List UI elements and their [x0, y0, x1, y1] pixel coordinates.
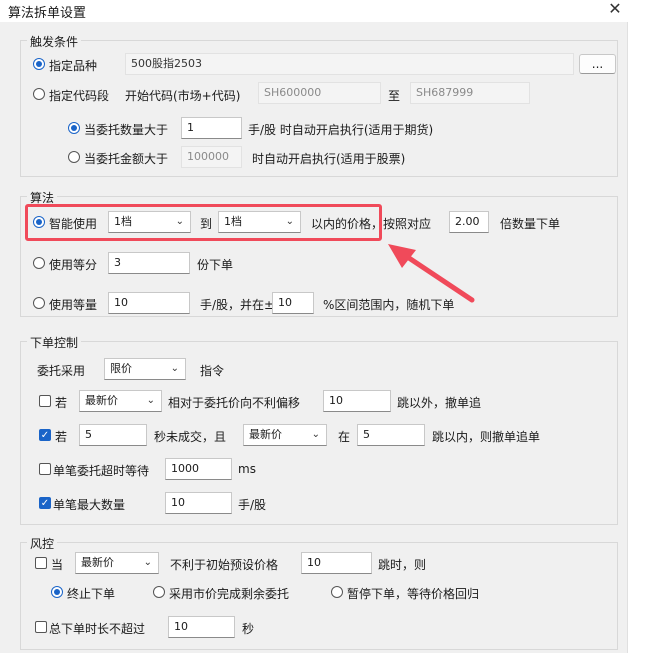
max-qty-checkbox[interactable]: ✓	[39, 497, 51, 509]
smart-radio[interactable]	[33, 216, 45, 228]
qty-trigger-radio[interactable]	[68, 122, 80, 134]
chevron-down-icon: ⌄	[311, 429, 320, 440]
if2-in: 在	[338, 430, 351, 444]
equal-parts-field[interactable]: 3	[108, 252, 190, 274]
smart-label[interactable]: 智能使用	[49, 215, 97, 232]
equal-qty-field[interactable]: 10	[108, 292, 190, 314]
risk-when-label[interactable]: 当	[51, 556, 63, 573]
if2-label[interactable]: 若	[55, 428, 67, 445]
variety-field[interactable]: 500股指2503	[125, 53, 574, 75]
smart-mult-suffix: 倍数量下单	[500, 217, 561, 231]
if2-suffix: 跳以内，则撤单追单	[432, 430, 541, 444]
if1-label[interactable]: 若	[55, 394, 67, 411]
specify-code-label[interactable]: 指定代码段	[49, 87, 109, 104]
max-qty-label[interactable]: 单笔最大数量	[53, 496, 125, 513]
order-control-group-label: 下单控制	[27, 334, 82, 351]
risk-group-label: 风控	[27, 535, 58, 552]
timeout-unit: ms	[238, 462, 256, 476]
smart-mult-field[interactable]: 2.00	[449, 211, 489, 233]
equal-parts-suffix: 份下单	[197, 258, 234, 272]
risk-stop-radio[interactable]	[51, 586, 63, 598]
risk-pause-label[interactable]: 暂停下单，等待价格回归	[347, 585, 479, 602]
chevron-down-icon: ⌄	[175, 216, 184, 227]
if1-field[interactable]: 10	[323, 390, 391, 412]
if2-field[interactable]: 5	[357, 424, 425, 446]
specify-variety-radio[interactable]	[33, 58, 45, 70]
browse-button[interactable]: ...	[579, 54, 616, 74]
if1-mid: 相对于委托价向不利偏移	[168, 396, 301, 410]
risk-market-label[interactable]: 采用市价完成剩余委托	[169, 585, 289, 602]
risk-price-select[interactable]: 最新价 ⌄	[75, 552, 159, 574]
equal-parts-radio[interactable]	[33, 257, 45, 269]
if1-suffix: 跳以外，撤单追	[397, 396, 482, 410]
if1-checkbox[interactable]	[39, 395, 51, 407]
if2-checkbox[interactable]: ✓	[39, 429, 51, 441]
risk-when-suffix: 跳时，则	[378, 558, 427, 572]
smart-to-select[interactable]: 1档 ⌄	[218, 211, 301, 233]
start-code-label: 开始代码(市场+代码)	[125, 89, 241, 103]
close-icon[interactable]: ✕	[605, 0, 625, 20]
amount-trigger-suffix: 时自动开启执行(适用于股票)	[252, 152, 406, 166]
equal-qty-suffix: %区间范围内，随机下单	[323, 298, 455, 312]
smart-to-label: 到	[200, 217, 213, 231]
order-type-value: 限价	[110, 362, 132, 375]
max-qty-unit: 手/股	[238, 498, 267, 512]
start-code-field[interactable]: SH600000	[258, 82, 381, 104]
if2-mid: 秒未成交，且	[154, 430, 227, 444]
amount-trigger-field[interactable]: 100000	[181, 146, 242, 168]
smart-to-value: 1档	[224, 215, 242, 228]
smart-from-value: 1档	[114, 215, 132, 228]
timeout-label[interactable]: 单笔委托超时等待	[53, 462, 149, 479]
total-time-checkbox[interactable]	[35, 621, 47, 633]
risk-when-field[interactable]: 10	[301, 552, 372, 574]
qty-trigger-label[interactable]: 当委托数量大于	[84, 121, 168, 138]
total-time-label[interactable]: 总下单时长不超过	[49, 620, 145, 637]
qty-trigger-suffix: 手/股 时自动开启执行(适用于期货)	[248, 123, 434, 137]
if1-price-value: 最新价	[85, 394, 118, 407]
order-type-select[interactable]: 限价 ⌄	[104, 358, 186, 380]
if1-price-select[interactable]: 最新价 ⌄	[79, 390, 162, 412]
if2-price-value: 最新价	[249, 428, 282, 441]
total-time-field[interactable]: 10	[168, 616, 235, 638]
risk-pause-radio[interactable]	[331, 586, 343, 598]
amount-trigger-label[interactable]: 当委托金额大于	[84, 150, 168, 167]
equal-qty-mid: 手/股，并在±	[200, 298, 275, 312]
qty-trigger-field[interactable]: 1	[181, 117, 242, 139]
risk-stop-label[interactable]: 终止下单	[67, 585, 115, 602]
risk-when-mid: 不利于初始预设价格	[170, 558, 279, 572]
specify-code-radio[interactable]	[33, 88, 45, 100]
timeout-field[interactable]: 1000	[165, 458, 232, 480]
specify-variety-label[interactable]: 指定品种	[49, 57, 97, 74]
max-qty-field[interactable]: 10	[165, 492, 232, 514]
order-type-label: 委托采用	[37, 364, 86, 378]
amount-trigger-radio[interactable]	[68, 151, 80, 163]
smart-price-label: 以内的价格，按照对应	[311, 217, 432, 231]
if2-price-select[interactable]: 最新价 ⌄	[243, 424, 327, 446]
end-code-field[interactable]: SH687999	[410, 82, 530, 104]
chevron-down-icon: ⌄	[146, 395, 155, 406]
equal-parts-label[interactable]: 使用等分	[49, 256, 97, 273]
equal-qty-label[interactable]: 使用等量	[49, 296, 97, 313]
to-label: 至	[388, 89, 401, 103]
equal-qty-radio[interactable]	[33, 297, 45, 309]
equal-qty-pct-field[interactable]: 10	[272, 292, 314, 314]
risk-market-radio[interactable]	[153, 586, 165, 598]
chevron-down-icon: ⌄	[143, 557, 152, 568]
smart-from-select[interactable]: 1档 ⌄	[108, 211, 191, 233]
if2-seconds-field[interactable]: 5	[79, 424, 147, 446]
order-type-suffix: 指令	[200, 364, 225, 378]
trigger-group-label: 触发条件	[27, 33, 82, 50]
chevron-down-icon: ⌄	[170, 363, 179, 374]
timeout-checkbox[interactable]	[39, 463, 51, 475]
window-title: 算法拆单设置	[8, 6, 87, 21]
risk-when-checkbox[interactable]	[35, 557, 47, 569]
chevron-down-icon: ⌄	[285, 216, 294, 227]
total-time-unit: 秒	[242, 622, 255, 636]
risk-price-value: 最新价	[81, 556, 114, 569]
